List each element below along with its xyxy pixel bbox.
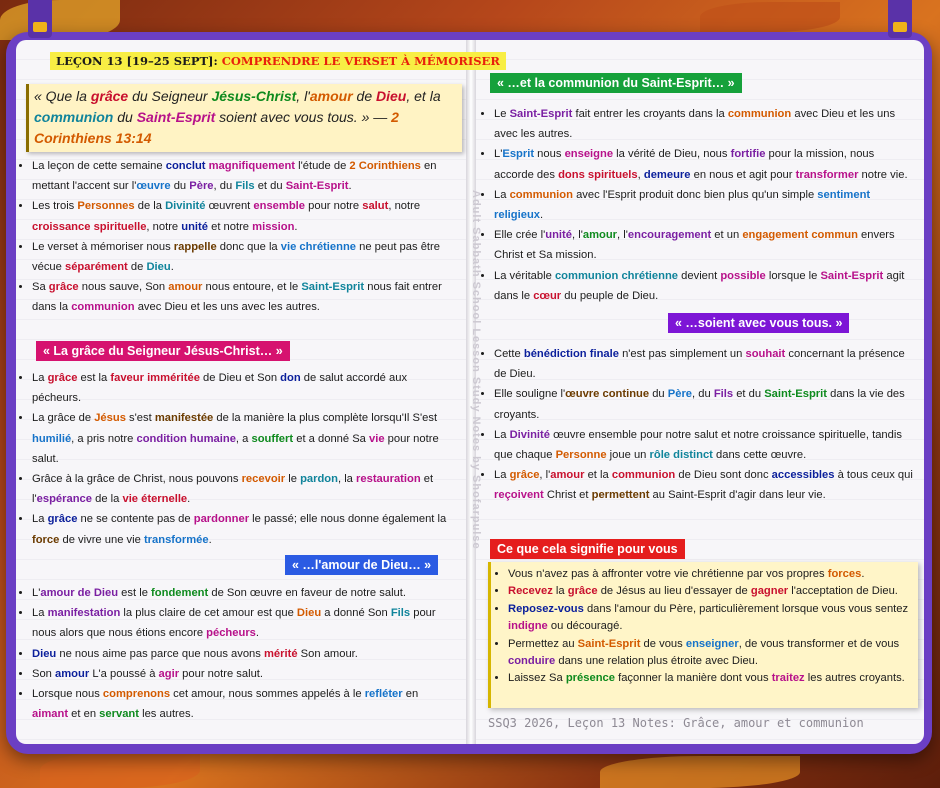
intro-notes: La leçon de cette semaine conclut magnif…: [18, 156, 454, 318]
list-item: Laissez Sa présence façonner la manière …: [508, 670, 914, 687]
list-item: Permettez au Saint-Esprit de vous enseig…: [508, 636, 914, 671]
list-item: Le Saint-Esprit fait entrer les croyants…: [494, 104, 916, 144]
list-item: Son amour L'a poussé à agir pour notre s…: [32, 664, 454, 684]
communion-section-header: « …et la communion du Saint-Esprit… »: [490, 73, 742, 93]
list-item: Reposez-vous dans l'amour du Père, parti…: [508, 601, 914, 636]
list-item: Cette bénédiction finale n'est pas simpl…: [494, 344, 916, 384]
list-item: Lorsque nous comprenons cet amour, nous …: [32, 684, 454, 724]
footer-caption: SSQ3 2026, Leçon 13 Notes: Grâce, amour …: [488, 716, 864, 730]
list-item: Grâce à la grâce de Christ, nous pouvons…: [32, 469, 454, 509]
list-item: La grâce, l'amour et la communion de Die…: [494, 465, 916, 505]
list-item: Elle souligne l'œuvre continue du Père, …: [494, 384, 916, 424]
list-item: La grâce de Jésus s'est manifestée de la…: [32, 408, 454, 469]
list-item: La grâce ne se contente pas de pardonner…: [32, 509, 454, 549]
list-item: La manifestation la plus claire de cet a…: [32, 603, 454, 643]
list-item: Elle crée l'unité, l'amour, l'encouragem…: [494, 225, 916, 265]
meaning-notes: Vous n'avez pas à affronter votre vie ch…: [494, 566, 914, 688]
list-item: Les trois Personnes de la Divinité œuvre…: [32, 196, 454, 236]
leaf-decoration: [600, 756, 800, 788]
lesson-label: LEÇON 13 [19–25 SEPT]:: [56, 54, 218, 68]
list-item: Recevez la grâce de Jésus au lieu d'essa…: [508, 583, 914, 600]
grace-section-header: « La grâce du Seigneur Jésus-Christ… »: [36, 341, 290, 361]
list-item: Sa grâce nous sauve, Son amour nous ento…: [32, 277, 454, 317]
memory-verse: « Que la grâce du Seigneur Jésus-Christ,…: [26, 84, 462, 152]
list-item: La véritable communion chrétienne devien…: [494, 266, 916, 306]
with-you-notes: Cette bénédiction finale n'est pas simpl…: [480, 344, 916, 506]
leaf-decoration: [700, 2, 840, 32]
watermark: Adult Sabbath School Lesson Study Notes …: [470, 190, 482, 550]
list-item: L'amour de Dieu est le fondement de Son …: [32, 583, 454, 603]
bookmark-clip-icon: [888, 0, 912, 38]
list-item: La Divinité œuvre ensemble pour notre sa…: [494, 425, 916, 465]
list-item: L'Esprit nous enseigne la vérité de Dieu…: [494, 144, 916, 184]
lesson-title: LEÇON 13 [19–25 SEPT]: COMPRENDRE LE VER…: [50, 52, 506, 70]
with-you-section-header: « …soient avec vous tous. »: [668, 313, 850, 333]
bookmark-clip-icon: [28, 0, 52, 38]
list-item: La grâce est la faveur imméritée de Dieu…: [32, 368, 454, 408]
list-item: La communion avec l'Esprit produit donc …: [494, 185, 916, 225]
list-item: Dieu ne nous aime pas parce que nous avo…: [32, 644, 454, 664]
grace-notes: La grâce est la faveur imméritée de Dieu…: [18, 368, 454, 550]
list-item: La leçon de cette semaine conclut magnif…: [32, 156, 454, 196]
lesson-topic: COMPRENDRE LE VERSET À MÉMORISER: [221, 54, 500, 68]
list-item: Le verset à mémoriser nous rappelle donc…: [32, 237, 454, 277]
leaf-decoration: [40, 752, 200, 788]
communion-notes: Le Saint-Esprit fait entrer les croyants…: [480, 104, 916, 306]
love-notes: L'amour de Dieu est le fondement de Son …: [18, 583, 454, 724]
love-section-header: « …l'amour de Dieu… »: [285, 555, 439, 575]
meaning-section-header: Ce que cela signifie pour vous: [490, 539, 685, 559]
list-item: Vous n'avez pas à affronter votre vie ch…: [508, 566, 914, 583]
